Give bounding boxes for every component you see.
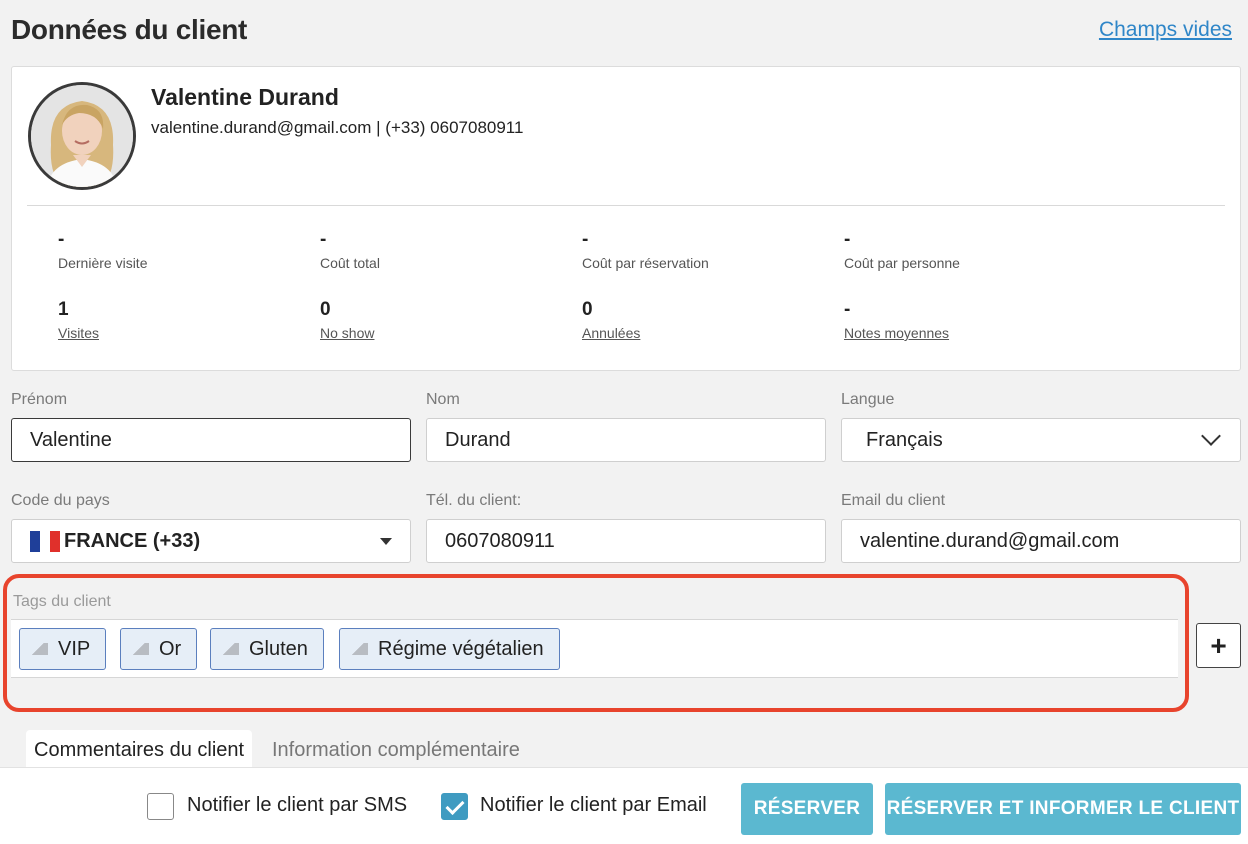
stat-value: - <box>844 229 851 250</box>
client-summary-card: Valentine Durand valentine.durand@gmail.… <box>11 66 1241 371</box>
first-name-input[interactable] <box>11 418 411 462</box>
stat-label: Dernière visite <box>58 255 148 271</box>
tab-client-comments[interactable]: Commentaires du client <box>26 730 253 770</box>
email-input[interactable] <box>841 519 1241 563</box>
footer-bar: Notifier le client par SMS Notifier le c… <box>0 767 1248 844</box>
stat-visits: 1 Visites <box>58 299 99 341</box>
email-label: Email du client <box>841 492 946 509</box>
notify-email-checkbox[interactable] <box>441 793 468 820</box>
language-select[interactable]: Français <box>841 418 1241 462</box>
chevron-down-icon <box>1201 426 1221 446</box>
tag-vip[interactable]: VIP <box>19 628 107 670</box>
tag-vegan-diet[interactable]: Régime végétalien <box>339 628 560 670</box>
tag-or[interactable]: Or <box>120 628 198 670</box>
stat-value: - <box>582 229 589 250</box>
tag-label: Régime végétalien <box>378 637 544 660</box>
avatar-photo-icon <box>31 85 133 187</box>
country-code-label: Code du pays <box>11 492 110 509</box>
stat-value: 0 <box>582 299 593 320</box>
card-divider <box>27 205 1225 206</box>
stat-value: - <box>844 299 851 320</box>
reserve-and-inform-button[interactable]: RÉSERVER ET INFORMER LE CLIENT <box>885 783 1241 835</box>
avatar <box>28 82 136 190</box>
caret-down-icon <box>380 537 392 545</box>
tag-label: Gluten <box>249 637 308 660</box>
language-label: Langue <box>841 391 895 408</box>
first-name-label: Prénom <box>11 391 68 408</box>
empty-fields-link[interactable]: Champs vides <box>1099 18 1232 42</box>
stat-cost-per-person: - Coût par personne <box>844 229 960 271</box>
tab-additional-information[interactable]: Information complémentaire <box>264 730 528 770</box>
last-name-input[interactable] <box>426 418 826 462</box>
tag-label: Or <box>159 637 182 660</box>
tag-label: VIP <box>58 637 91 660</box>
stat-average-rating: - Notes moyennes <box>844 299 949 341</box>
notify-sms-label: Notifier le client par SMS <box>187 794 408 816</box>
stat-label: Coût total <box>320 255 380 271</box>
tag-icon <box>221 643 239 655</box>
france-flag-icon <box>30 530 60 552</box>
average-rating-link[interactable]: Notes moyennes <box>844 325 949 341</box>
stat-no-show: 0 No show <box>320 299 374 341</box>
tags-input[interactable]: VIP Or Gluten Régime végétalien <box>11 619 1178 678</box>
tag-icon <box>30 643 48 655</box>
client-contact: valentine.durand@gmail.com | (+33) 06070… <box>151 118 524 137</box>
tag-icon <box>350 643 368 655</box>
stat-label: Coût par personne <box>844 255 960 271</box>
stat-total-cost: - Coût total <box>320 229 380 271</box>
page-title: Données du client <box>11 14 248 45</box>
no-show-link[interactable]: No show <box>320 325 374 341</box>
reserve-button[interactable]: RÉSERVER <box>741 783 873 835</box>
client-name: Valentine Durand <box>151 84 339 110</box>
notify-email-label: Notifier le client par Email <box>480 794 707 816</box>
last-name-label: Nom <box>426 391 460 408</box>
stat-cancelled: 0 Annulées <box>582 299 640 341</box>
stat-label: Coût par réservation <box>582 255 709 271</box>
stat-last-visit: - Dernière visite <box>58 229 147 271</box>
tag-gluten[interactable]: Gluten <box>210 628 324 670</box>
stat-value: - <box>320 229 327 250</box>
stat-value: 0 <box>320 299 331 320</box>
tags-label: Tags du client <box>13 593 111 610</box>
stat-value: - <box>58 229 65 250</box>
cancelled-link[interactable]: Annulées <box>582 325 640 341</box>
notify-sms-checkbox[interactable] <box>147 793 174 820</box>
stat-value: 1 <box>58 299 69 320</box>
stat-cost-per-booking: - Coût par réservation <box>582 229 709 271</box>
country-code-value: FRANCE (+33) <box>64 529 201 552</box>
language-value: Français <box>866 428 943 451</box>
visits-link[interactable]: Visites <box>58 325 99 341</box>
tag-icon <box>131 643 149 655</box>
phone-input[interactable] <box>426 519 826 563</box>
country-code-select[interactable]: FRANCE (+33) <box>11 519 411 563</box>
add-tag-button[interactable]: + <box>1196 623 1241 668</box>
phone-label: Tél. du client: <box>426 492 522 509</box>
